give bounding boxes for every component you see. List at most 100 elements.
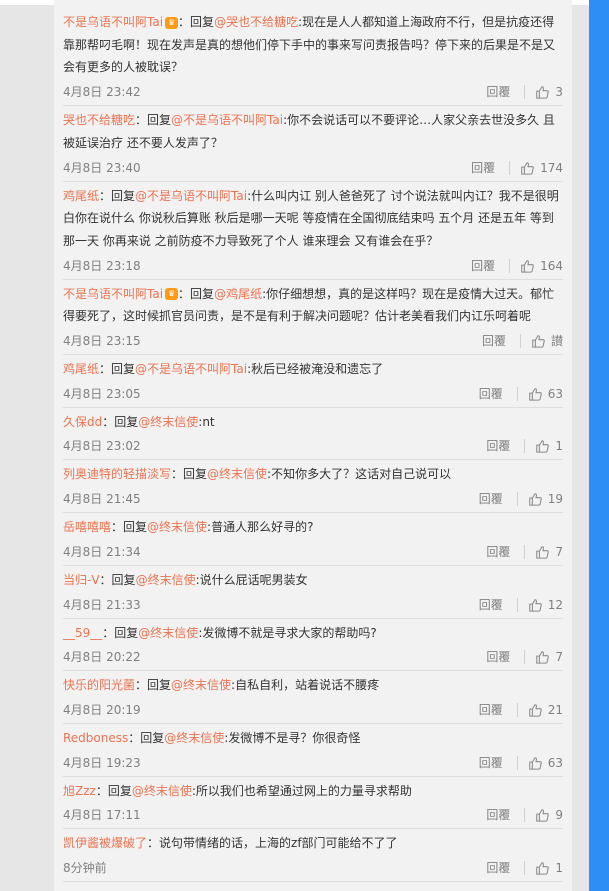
mention-link[interactable]: @终末信使: [207, 467, 267, 481]
like-button[interactable]: 12: [528, 592, 563, 618]
comment-time: 4月8日 21:33: [63, 597, 141, 612]
like-count: 1: [555, 861, 563, 876]
comment-username[interactable]: 当归-V: [63, 573, 100, 587]
comment-username[interactable]: 鸡尾纸: [63, 189, 99, 203]
reply-prefix: ：回复: [111, 520, 148, 535]
comment-username[interactable]: Redboness: [63, 731, 128, 745]
comment-meta: 4月8日 19:23 回覆 63: [63, 750, 563, 776]
reply-prefix: ：回复: [135, 678, 172, 693]
comment-body: :普通人那么好寻的?: [207, 520, 314, 535]
mention-link[interactable]: @终末信使: [147, 520, 207, 534]
thumbs-up-icon: [536, 809, 550, 823]
comment-text: 列奥迪特的轻描淡写：回复@终末信使:不知你多大了？这话对自己说可以: [63, 460, 563, 486]
comment-body: :发微博不就是寻求大家的帮助吗?: [198, 625, 377, 640]
thumbs-up-icon: [536, 440, 550, 454]
reply-button[interactable]: 回覆: [479, 381, 503, 407]
reply-button[interactable]: 回覆: [479, 697, 503, 723]
mention-link[interactable]: @哭也不给糖吃: [214, 15, 298, 29]
comment-username[interactable]: __59__: [63, 626, 102, 640]
like-button[interactable]: 3: [535, 79, 563, 105]
comment-username[interactable]: 列奥迪特的轻描淡写: [63, 467, 171, 481]
comment-time: 4月8日 23:02: [63, 439, 141, 454]
mention-link[interactable]: @不是乌语不叫阿Tai: [171, 113, 283, 127]
like-button[interactable]: 1: [535, 433, 563, 459]
reply-button[interactable]: 回覆: [486, 644, 510, 670]
reply-button[interactable]: 回覆: [486, 855, 510, 881]
comment-meta: 4月8日 17:11 回覆 9: [63, 802, 563, 828]
comment-meta: 4月8日 21:34 回覆 7: [63, 539, 563, 565]
like-button[interactable]: 7: [535, 539, 563, 565]
mention-link[interactable]: @不是乌语不叫阿Tai: [135, 189, 247, 203]
reply-prefix: ：回复: [171, 467, 208, 482]
like-button[interactable]: 9: [535, 802, 563, 828]
reply-button[interactable]: 回覆: [479, 592, 503, 618]
comment-actions: 回覆 1: [486, 433, 563, 459]
comment-actions: 回覆 9: [486, 802, 563, 828]
mention-link[interactable]: @不是乌语不叫阿Tai: [135, 362, 247, 376]
comment-username[interactable]: 旭Zzz: [63, 784, 96, 798]
comment-text: 不是乌语不叫阿Tai ♛ ：回复@鸡尾纸:你仔细想想，真的是这样吗？现在是疫情大过天…: [63, 280, 563, 328]
reply-button[interactable]: 回覆: [486, 79, 510, 105]
like-button[interactable]: 7: [535, 644, 563, 670]
reply-button[interactable]: 回覆: [486, 539, 510, 565]
mention-link[interactable]: @终末信使: [138, 415, 198, 429]
comment-item: 久保dd：回复@终末信使:nt 4月8日 23:02 回覆 1: [63, 408, 563, 461]
comment-meta: 4月8日 23:42 回覆 3: [63, 79, 563, 105]
reply-button[interactable]: 回覆: [471, 155, 495, 181]
comment-time: 4月8日 17:11: [63, 808, 141, 823]
comment-time: 8分钟前: [63, 861, 107, 876]
comment-username[interactable]: 快乐的阳光菌: [63, 678, 135, 692]
comment-text: Redboness：回复@终末信使:发微博不是寻？你很奇怪: [63, 724, 563, 750]
action-divider: [524, 808, 526, 823]
reply-button[interactable]: 回覆: [482, 328, 506, 354]
comment-username[interactable]: 不是乌语不叫阿Tai: [63, 15, 163, 29]
reply-button[interactable]: 回覆: [479, 486, 503, 512]
reply-prefix: ：回复: [178, 286, 215, 301]
comment-body: :不知你多大了？这话对自己说可以: [267, 467, 452, 482]
comment-actions: 回覆 7: [486, 539, 563, 565]
comment-meta: 4月8日 23:05 回覆 63: [63, 381, 563, 407]
like-button[interactable]: 21: [528, 697, 563, 723]
comment-text: 哭也不给糖吃：回复@不是乌语不叫阿Tai:你不会说话可以不要评论…人家父亲去世没…: [63, 106, 563, 154]
like-count: 9: [555, 808, 563, 823]
like-button[interactable]: 19: [528, 486, 563, 512]
comment-username[interactable]: 哭也不给糖吃: [63, 113, 135, 127]
action-divider: [516, 386, 518, 401]
crown-badge-icon: ♛: [165, 16, 179, 29]
comment-item: 鸡尾纸：回复@不是乌语不叫阿Tai:秋后已经被淹没和遗忘了 4月8日 23:05 回…: [63, 355, 563, 408]
mention-link[interactable]: @终末信使: [136, 573, 196, 587]
mention-link[interactable]: @终末信使: [164, 731, 224, 745]
like-button[interactable]: 1: [535, 855, 563, 881]
comment-username[interactable]: 久保dd: [63, 415, 102, 429]
comment-time: 4月8日 23:15: [63, 334, 141, 349]
action-divider: [524, 85, 526, 100]
action-divider: [516, 755, 518, 770]
reply-button[interactable]: 回覆: [486, 433, 510, 459]
comment-meta: 4月8日 21:45 回覆 19: [63, 486, 563, 512]
reply-button[interactable]: 回覆: [471, 253, 495, 279]
mention-link[interactable]: @终末信使: [171, 678, 231, 692]
like-count: 12: [547, 597, 563, 612]
thumbs-up-icon: [528, 493, 542, 506]
comment-username[interactable]: 岳嘻嘻嘻: [63, 520, 111, 534]
mention-link[interactable]: @终末信使: [138, 626, 198, 640]
comment-actions: 回覆 63: [479, 381, 563, 407]
comment-text: 不是乌语不叫阿Tai ♛ ：回复@哭也不给糖吃:现在是人人都知道上海政府不行，但是抗…: [63, 8, 563, 79]
like-button[interactable]: 164: [520, 253, 563, 279]
reply-prefix: ：回复: [99, 362, 136, 377]
comment-time: 4月8日 20:22: [63, 650, 141, 665]
like-button[interactable]: 讃: [531, 328, 563, 354]
mention-link[interactable]: @终末信使: [132, 784, 192, 798]
comment-username[interactable]: 凯伊酱被爆破了: [63, 836, 147, 850]
reply-button[interactable]: 回覆: [486, 802, 510, 828]
comment-username[interactable]: 不是乌语不叫阿Tai: [63, 287, 163, 301]
mention-link[interactable]: @鸡尾纸: [214, 287, 262, 301]
crown-badge-icon: ♛: [165, 288, 179, 301]
comment-username[interactable]: 鸡尾纸: [63, 362, 99, 376]
comment-meta: 8分钟前 回覆 1: [63, 855, 563, 881]
like-button[interactable]: 174: [520, 155, 563, 181]
like-button[interactable]: 63: [528, 750, 563, 776]
comment-item: 不是乌语不叫阿Tai ♛ ：回复@哭也不给糖吃:现在是人人都知道上海政府不行，但是抗…: [63, 8, 563, 107]
reply-button[interactable]: 回覆: [479, 750, 503, 776]
like-button[interactable]: 63: [528, 381, 563, 407]
